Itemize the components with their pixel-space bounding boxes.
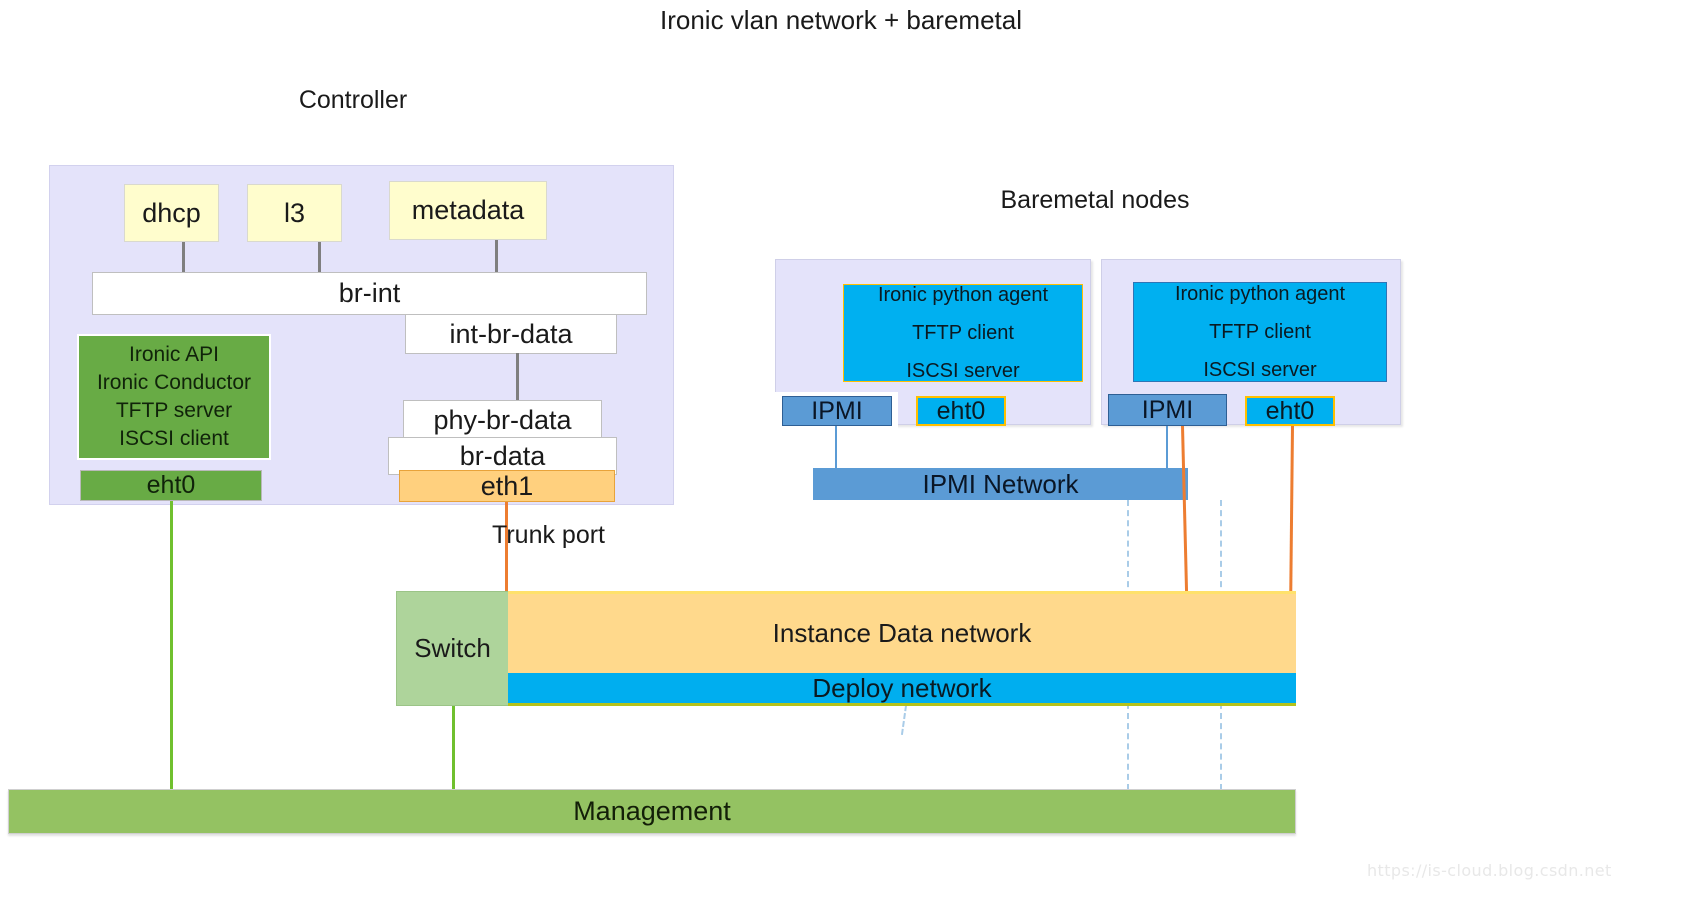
connector-deploy-network-trace	[900, 705, 908, 735]
switch-box[interactable]: Switch	[396, 591, 509, 706]
connector-controller-eht0-to-management	[170, 501, 173, 789]
baremetal-2-service-line-3: ISCSI server	[1203, 359, 1317, 381]
baremetal-2-nic-eht0[interactable]: eht0	[1245, 396, 1335, 426]
connector-switch-to-management	[452, 706, 455, 789]
bridge-label-br-int: br-int	[338, 278, 401, 308]
instance-data-network-bar[interactable]: Instance Data network	[508, 591, 1296, 673]
baremetal-2-service-line-1: Ironic python agent	[1174, 283, 1346, 305]
agent-label-dhcp: dhcp	[142, 197, 201, 228]
agent-box-metadata[interactable]: metadata	[389, 181, 547, 240]
baremetal-2-ipmi-label: IPMI	[1141, 395, 1194, 424]
ipmi-network-bar[interactable]: IPMI Network	[813, 468, 1188, 500]
ironic-service-line-3: TFTP server	[115, 399, 233, 422]
bridge-label-br-data: br-data	[459, 440, 546, 471]
connector-baremetal-2-eht0-to-instance-network	[1289, 425, 1294, 594]
ironic-service-line-4: ISCSI client	[119, 426, 229, 450]
baremetal-group-label: Baremetal nodes	[1000, 185, 1190, 214]
baremetal-1-ipmi-label: IPMI	[811, 396, 863, 425]
controller-nic-eth1[interactable]: eth1	[399, 470, 615, 502]
agent-box-dhcp[interactable]: dhcp	[124, 184, 219, 242]
baremetal-2-service-line-2: TFTP client	[1209, 321, 1311, 343]
connector-baremetal-2-ipmi-to-network	[1166, 426, 1168, 468]
baremetal-2-nic-label: eht0	[1265, 396, 1315, 425]
switch-label: Switch	[414, 633, 491, 663]
ironic-service-line-1: Ironic API	[129, 343, 219, 367]
connector-baremetal-1-eht0-to-instance-network	[1181, 425, 1189, 593]
bridge-label-phy-br-data: phy-br-data	[433, 404, 572, 435]
agent-label-l3: l3	[283, 197, 305, 228]
bridge-box-br-int[interactable]: br-int	[92, 272, 647, 315]
baremetal-1-service-line-2: TFTP client	[912, 322, 1014, 344]
bridge-box-int-br-data[interactable]: int-br-data	[405, 314, 617, 354]
controller-group-label: Controller	[298, 85, 408, 114]
deploy-network-label: Deploy network	[812, 672, 992, 703]
watermark: https://is-cloud.blog.csdn.net	[1367, 861, 1612, 880]
baremetal-agent-box-1: Ironic python agent TFTP client ISCSI se…	[843, 284, 1083, 382]
controller-nic-eth1-label: eth1	[480, 470, 534, 501]
instance-data-network-label: Instance Data network	[772, 618, 1032, 648]
baremetal-1-ipmi-port[interactable]: IPMI	[782, 396, 892, 426]
agent-box-l3[interactable]: l3	[247, 184, 342, 242]
agent-label-metadata: metadata	[411, 195, 525, 225]
bridge-box-phy-br-data[interactable]: phy-br-data	[403, 400, 602, 440]
ironic-services-box: Ironic API Ironic Conductor TFTP server …	[77, 334, 271, 460]
baremetal-1-service-line-1: Ironic python agent	[877, 284, 1049, 306]
baremetal-1-nic-eht0[interactable]: eht0	[916, 396, 1006, 426]
diagram-title: Ironic vlan network + baremetal	[659, 4, 1022, 35]
management-network-bar[interactable]: Management	[8, 789, 1296, 834]
baremetal-2-ipmi-port[interactable]: IPMI	[1108, 394, 1227, 426]
ipmi-network-label: IPMI Network	[922, 468, 1079, 499]
baremetal-1-service-line-3: ISCSI server	[906, 360, 1020, 382]
trunk-port-label: Trunk port	[492, 521, 606, 549]
bridge-label-int-br-data: int-br-data	[449, 318, 573, 349]
baremetal-agent-box-2: Ironic python agent TFTP client ISCSI se…	[1133, 282, 1387, 382]
baremetal-1-nic-label: eht0	[936, 396, 986, 425]
deploy-network-bar[interactable]: Deploy network	[508, 673, 1296, 706]
controller-nic-eht0-label: eht0	[146, 471, 196, 499]
management-network-label: Management	[573, 796, 731, 826]
controller-nic-eht0[interactable]: eht0	[80, 470, 262, 501]
connector-intbrdata-to-phybrdata	[516, 353, 519, 401]
ironic-service-line-2: Ironic Conductor	[96, 371, 252, 395]
connector-baremetal-1-ipmi-to-network	[835, 426, 837, 468]
diagram-canvas: Ironic vlan network + baremetal Controll…	[0, 0, 1682, 905]
